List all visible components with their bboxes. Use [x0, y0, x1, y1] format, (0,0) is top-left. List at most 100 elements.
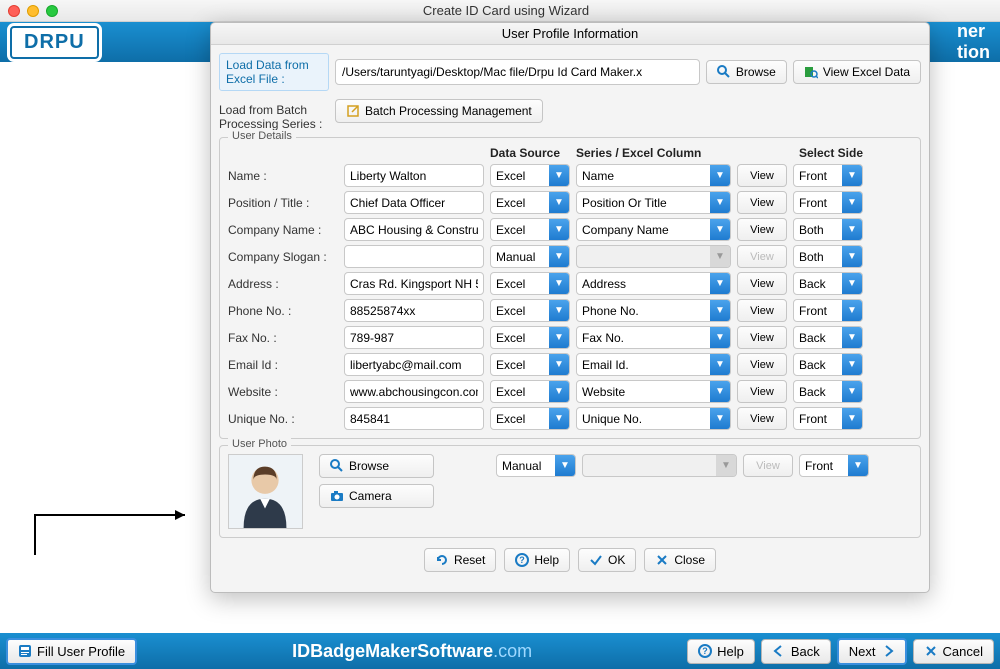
- back-arrow-icon: [772, 644, 786, 658]
- column-select[interactable]: Fax No.▼: [576, 326, 731, 349]
- detail-row: Fax No. :Excel▼Fax No.▼ViewBack▼: [228, 326, 912, 349]
- footer-watermark: IDBadgeMakerSoftware.com: [143, 641, 681, 662]
- check-icon: [589, 553, 603, 567]
- cancel-button-footer[interactable]: Cancel: [913, 639, 994, 664]
- view-button[interactable]: View: [737, 299, 787, 322]
- chevron-down-icon: ▼: [549, 219, 569, 240]
- column-select[interactable]: Email Id.▼: [576, 353, 731, 376]
- view-button[interactable]: View: [737, 353, 787, 376]
- side-select[interactable]: Back▼: [793, 326, 863, 349]
- column-select[interactable]: Website▼: [576, 380, 731, 403]
- excel-search-icon: [804, 65, 818, 79]
- chevron-down-icon: ▼: [549, 408, 569, 429]
- avatar-placeholder-icon: [229, 455, 302, 528]
- svg-text:?: ?: [702, 646, 708, 656]
- chevron-down-icon: ▼: [549, 354, 569, 375]
- view-button[interactable]: View: [737, 164, 787, 187]
- help-button-footer[interactable]: ? Help: [687, 639, 755, 664]
- photo-source-select[interactable]: Manual ▼: [496, 454, 576, 477]
- profile-icon: [18, 644, 32, 658]
- view-button[interactable]: View: [737, 272, 787, 295]
- view-button[interactable]: View: [737, 380, 787, 403]
- side-select[interactable]: Front▼: [793, 191, 863, 214]
- column-select[interactable]: Name▼: [576, 164, 731, 187]
- field-value-input[interactable]: [344, 164, 484, 187]
- excel-path-input[interactable]: [335, 59, 700, 85]
- photo-camera-button[interactable]: Camera: [319, 484, 434, 508]
- window-title: Create ID Card using Wizard: [20, 3, 992, 18]
- fill-user-profile-button[interactable]: Fill User Profile: [6, 638, 137, 665]
- chevron-down-icon: ▼: [842, 408, 862, 429]
- view-button[interactable]: View: [737, 407, 787, 430]
- chevron-down-icon: ▼: [549, 192, 569, 213]
- field-label: Name :: [228, 169, 338, 183]
- column-select[interactable]: Unique No.▼: [576, 407, 731, 430]
- view-button[interactable]: View: [737, 191, 787, 214]
- chevron-down-icon: ▼: [549, 246, 569, 267]
- column-select[interactable]: Position Or Title▼: [576, 191, 731, 214]
- side-select[interactable]: Back▼: [793, 353, 863, 376]
- side-select[interactable]: Front▼: [793, 407, 863, 430]
- reset-button[interactable]: Reset: [424, 548, 496, 572]
- side-select[interactable]: Back▼: [793, 380, 863, 403]
- callout-arrow: [30, 510, 210, 570]
- detail-row: Company Name :Excel▼Company Name▼ViewBot…: [228, 218, 912, 241]
- data-source-select[interactable]: Excel▼: [490, 164, 570, 187]
- data-source-select[interactable]: Excel▼: [490, 380, 570, 403]
- field-value-input[interactable]: [344, 353, 484, 376]
- data-source-select[interactable]: Manual▼: [490, 245, 570, 268]
- data-source-select[interactable]: Excel▼: [490, 353, 570, 376]
- close-icon: [655, 553, 669, 567]
- field-value-input[interactable]: [344, 191, 484, 214]
- modal-title: User Profile Information: [211, 23, 929, 45]
- data-source-select[interactable]: Excel▼: [490, 299, 570, 322]
- help-icon: ?: [515, 553, 529, 567]
- side-select[interactable]: Front▼: [793, 164, 863, 187]
- side-select[interactable]: Both▼: [793, 218, 863, 241]
- close-button-modal[interactable]: Close: [644, 548, 716, 572]
- field-value-input[interactable]: [344, 380, 484, 403]
- field-value-input[interactable]: [344, 326, 484, 349]
- side-select[interactable]: Back▼: [793, 272, 863, 295]
- field-value-input[interactable]: [344, 272, 484, 295]
- column-select[interactable]: Address▼: [576, 272, 731, 295]
- detail-row: Position / Title : Excel▼ Position Or Titl…: [228, 191, 912, 214]
- field-label: Unique No. :: [228, 412, 338, 426]
- photo-column-select: ▼: [582, 454, 737, 477]
- view-button[interactable]: View: [737, 218, 787, 241]
- column-select[interactable]: Phone No.▼: [576, 299, 731, 322]
- side-select[interactable]: Both▼: [793, 245, 863, 268]
- side-select[interactable]: Front▼: [793, 299, 863, 322]
- chevron-down-icon: ▼: [549, 273, 569, 294]
- back-button[interactable]: Back: [761, 639, 831, 664]
- photo-view-button: View: [743, 454, 793, 477]
- photo-side-select[interactable]: Front ▼: [799, 454, 869, 477]
- field-label: Position / Title :: [228, 196, 338, 210]
- chevron-down-icon: ▼: [842, 354, 862, 375]
- data-source-select[interactable]: Excel▼: [490, 191, 570, 214]
- data-source-select[interactable]: Excel▼: [490, 218, 570, 241]
- view-button[interactable]: View: [737, 326, 787, 349]
- chevron-down-icon: ▼: [716, 455, 736, 476]
- view-excel-button[interactable]: View Excel Data: [793, 60, 921, 84]
- data-source-select[interactable]: Excel▼: [490, 407, 570, 430]
- browse-excel-button[interactable]: Browse: [706, 60, 787, 84]
- user-photo-thumbnail[interactable]: [228, 454, 303, 529]
- field-value-input[interactable]: [344, 218, 484, 241]
- photo-browse-button[interactable]: Browse: [319, 454, 434, 478]
- field-value-input[interactable]: [344, 407, 484, 430]
- help-button-modal[interactable]: ? Help: [504, 548, 570, 572]
- field-value-input[interactable]: [344, 299, 484, 322]
- field-value-input[interactable]: [344, 245, 484, 268]
- data-source-select[interactable]: Excel▼: [490, 326, 570, 349]
- ok-button[interactable]: OK: [578, 548, 636, 572]
- batch-processing-button[interactable]: Batch Processing Management: [335, 99, 543, 123]
- column-select[interactable]: Company Name▼: [576, 218, 731, 241]
- close-traffic-light[interactable]: [8, 5, 20, 17]
- next-button[interactable]: Next: [837, 638, 907, 665]
- header-partial-text: ner tion: [957, 21, 990, 63]
- field-label: Company Slogan :: [228, 250, 338, 264]
- load-excel-label: Load Data from Excel File :: [219, 53, 329, 91]
- brand-logo: DRPU: [10, 26, 99, 59]
- data-source-select[interactable]: Excel▼: [490, 272, 570, 295]
